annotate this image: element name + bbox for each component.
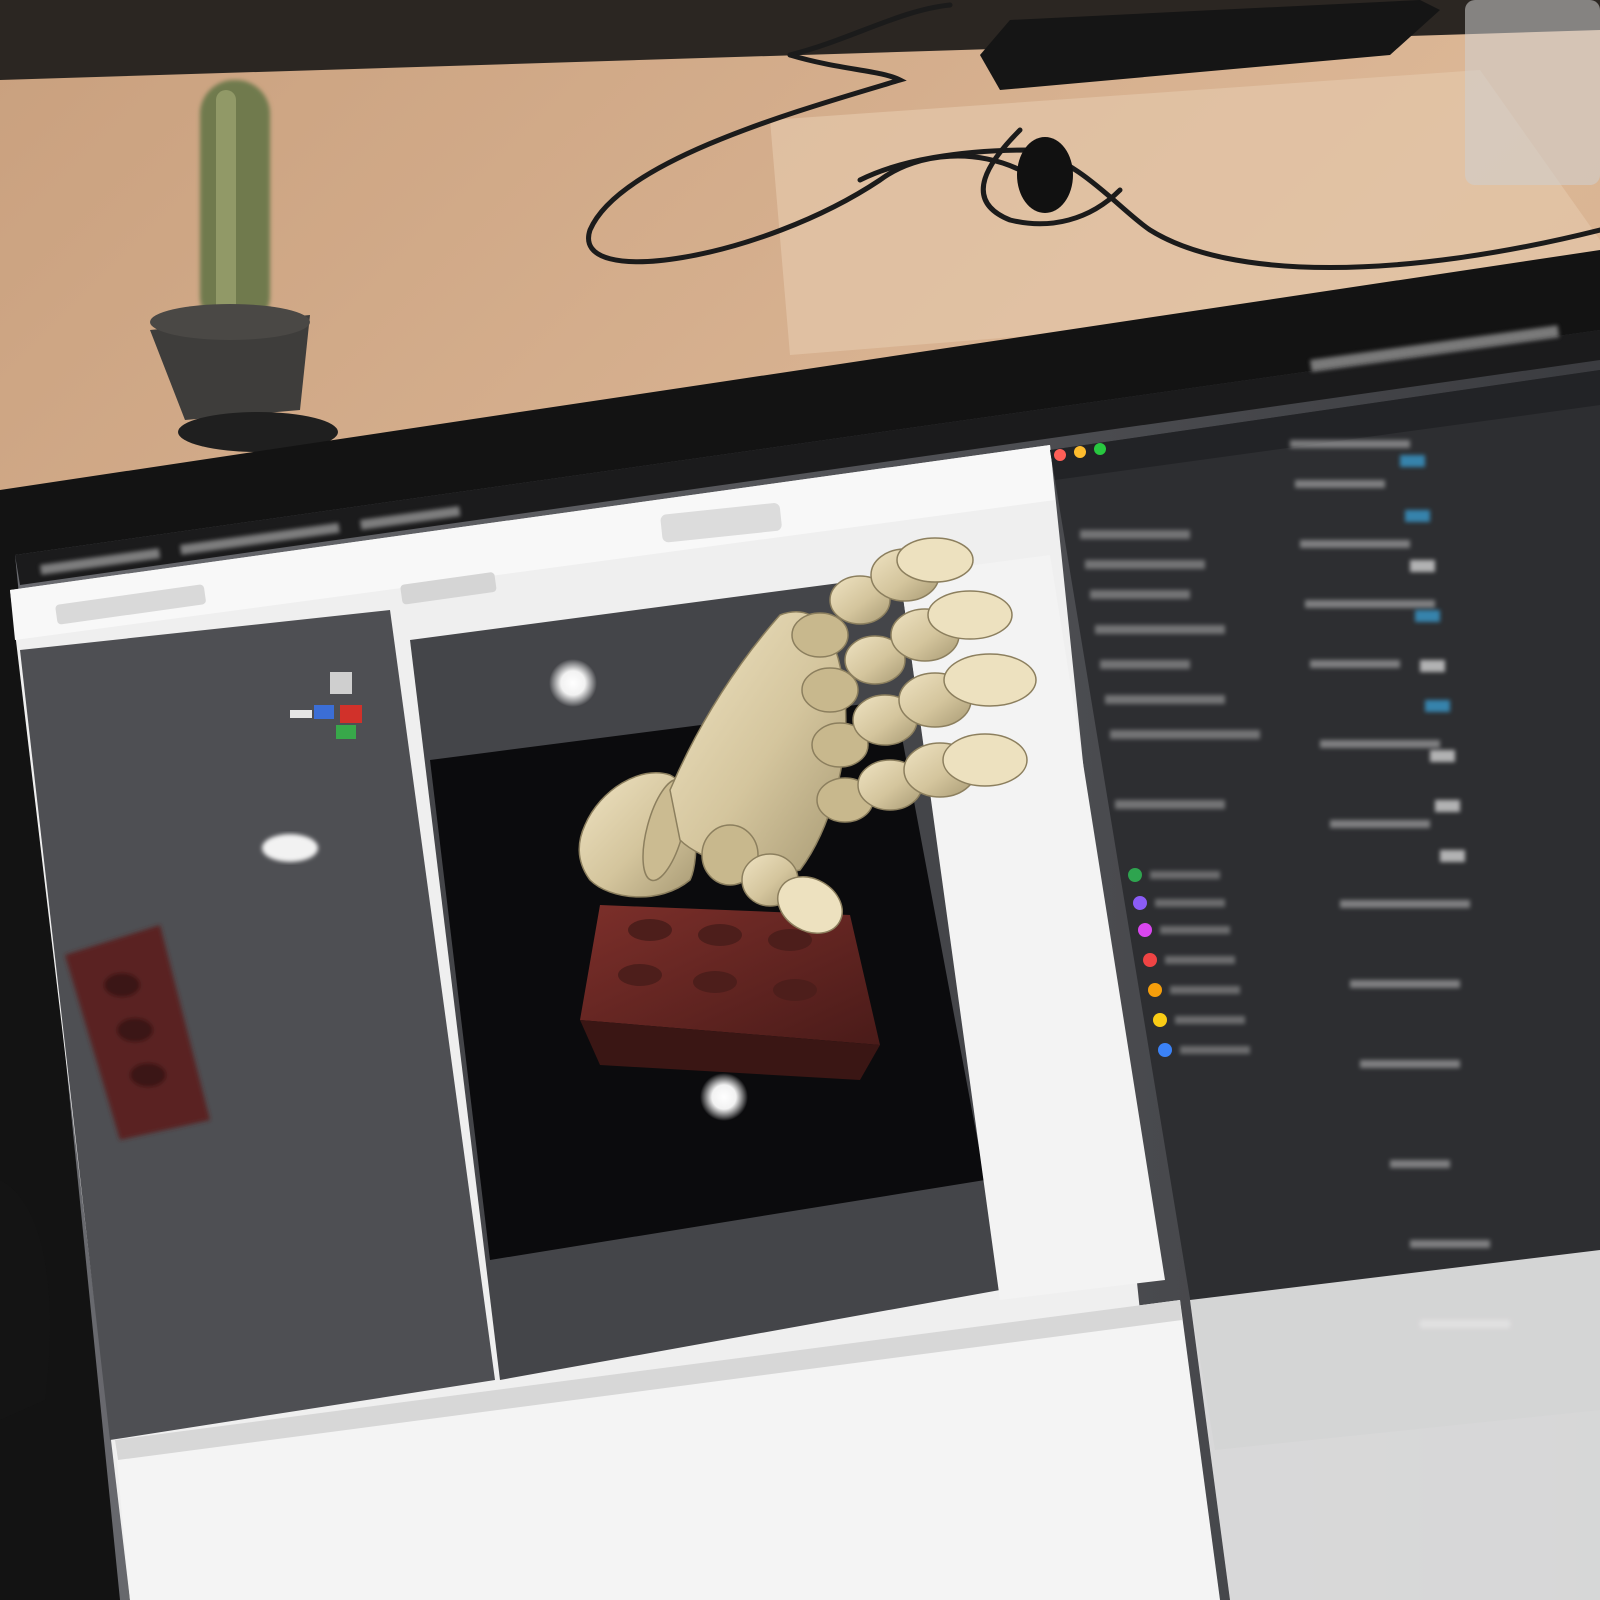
light-source-top	[549, 659, 597, 707]
color-dot-red[interactable]	[1143, 953, 1157, 967]
camera-icon[interactable]	[262, 834, 318, 862]
cable-knot	[1017, 137, 1073, 213]
color-dot-orange[interactable]	[1148, 983, 1162, 997]
glass	[1465, 0, 1600, 185]
close-icon[interactable]	[1054, 449, 1066, 461]
scene-svg	[0, 0, 1600, 1600]
color-dot-blue[interactable]	[1158, 1043, 1172, 1057]
color-dot-green[interactable]	[1128, 868, 1142, 882]
minimize-icon[interactable]	[1074, 446, 1086, 458]
photo-scene	[0, 0, 1600, 1600]
color-dot-magenta[interactable]	[1138, 923, 1152, 937]
brick-model[interactable]	[580, 905, 880, 1080]
light-source-bottom	[700, 1073, 748, 1121]
bottom-right-panel	[1190, 1250, 1600, 1600]
zoom-icon[interactable]	[1094, 443, 1106, 455]
color-dot-yellow[interactable]	[1153, 1013, 1167, 1027]
color-dot-violet[interactable]	[1133, 896, 1147, 910]
